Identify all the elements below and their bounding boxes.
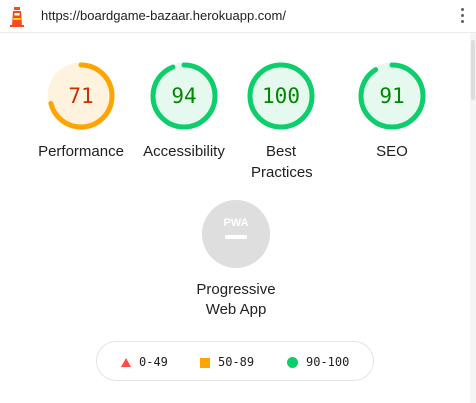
- gauge-performance[interactable]: 71 Performance: [21, 62, 141, 162]
- square-icon: [200, 357, 210, 368]
- top-bar: https://boardgame-bazaar.herokuapp.com/: [0, 0, 476, 33]
- pwa-category[interactable]: PWA Progressive Web App: [176, 200, 296, 320]
- lighthouse-icon: [10, 7, 24, 27]
- pwa-badge-icon: PWA: [202, 200, 270, 268]
- circle-icon: [287, 357, 298, 368]
- kebab-menu-icon[interactable]: [460, 8, 466, 26]
- gauge-best-practices[interactable]: 100 Best Practices: [221, 62, 341, 183]
- gauge-score: 71: [68, 84, 94, 108]
- gauge-score: 91: [379, 84, 405, 108]
- score-legend: 0-49 50-89 90-100: [96, 341, 374, 381]
- pwa-label: Progressive Web App: [196, 281, 276, 318]
- scrollbar-thumb[interactable]: [471, 40, 475, 100]
- gauge-label: SEO: [376, 143, 408, 160]
- gauge-label: Best Practices: [251, 143, 313, 181]
- legend-item-average: 50-89: [200, 354, 254, 370]
- gauge-score: 100: [262, 84, 300, 108]
- legend-item-fail: 0-49: [121, 354, 168, 370]
- triangle-icon: [121, 358, 131, 367]
- gauge-label: Performance: [38, 143, 124, 160]
- pwa-badge-text: PWA: [223, 217, 248, 229]
- url-text: https://boardgame-bazaar.herokuapp.com/: [41, 8, 286, 23]
- legend-item-pass: 90-100: [287, 354, 349, 370]
- gauge-seo[interactable]: 91 SEO: [332, 62, 452, 162]
